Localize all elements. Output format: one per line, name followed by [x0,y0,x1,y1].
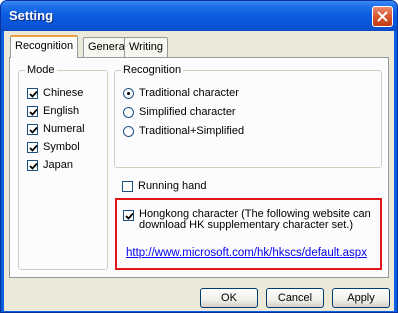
checkbox-label: Numeral [43,123,85,135]
mode-legend: Mode [25,64,57,76]
tab-label: Recognition [15,40,74,52]
checkbox-box[interactable] [27,160,38,171]
checkbox-box[interactable] [122,181,133,192]
checkbox-hongkong[interactable]: Hongkong character (The following websit… [123,209,371,231]
checkbox-label: English [43,105,80,117]
close-button[interactable] [372,6,393,27]
settings-window: Setting Recognition General Writing Mode [0,0,398,313]
dialog-body: Recognition General Writing Mode Chinese [4,31,394,311]
check-icon [29,126,38,134]
mode-group: Mode Chinese English Numeral Symbol Japa… [18,64,108,270]
check-icon [29,144,38,152]
checkbox-label: Symbol [43,141,80,153]
radio-simplified[interactable]: Simplified character [123,106,236,118]
tab-recognition[interactable]: Recognition [10,35,79,58]
window-title: Setting [9,8,54,23]
checkbox-box[interactable] [123,210,134,221]
recognition-group: Recognition Traditional character Simpli… [114,64,382,168]
hongkong-label: Hongkong character (The following websit… [139,209,371,231]
radio-button[interactable] [123,126,134,137]
radio-traditional[interactable]: Traditional character [123,87,239,99]
checkbox-box[interactable] [27,124,38,135]
checkbox-box[interactable] [27,142,38,153]
radio-label: Traditional+Simplified [139,125,245,137]
checkbox-box[interactable] [27,106,38,117]
checkbox-japan[interactable]: Japan [27,159,73,171]
tab-label: Writing [129,41,164,53]
close-icon [377,11,388,22]
checkbox-running-hand[interactable]: Running hand [122,180,207,192]
recognition-legend: Recognition [121,64,184,76]
apply-button[interactable]: Apply [332,288,390,308]
checkbox-english[interactable]: English [27,105,79,117]
checkbox-numeral[interactable]: Numeral [27,123,85,135]
checkbox-label: Running hand [138,180,207,192]
title-bar[interactable]: Setting [1,1,397,31]
check-icon [125,212,134,220]
radio-selected-dot [127,92,130,95]
check-icon [29,90,38,98]
recognition-tab-panel: Mode Chinese English Numeral Symbol Japa… [9,57,389,278]
ok-button[interactable]: OK [200,288,258,308]
radio-traditional-simplified[interactable]: Traditional+Simplified [123,125,244,137]
tab-label: General [88,41,128,53]
hkscs-download-link[interactable]: http://www.microsoft.com/hk/hkscs/defaul… [126,247,367,259]
checkbox-label: Chinese [43,87,84,99]
check-icon [29,108,38,116]
radio-button[interactable] [123,88,134,99]
check-icon [29,162,38,170]
tab-writing[interactable]: Writing [124,37,169,57]
radio-label: Simplified character [139,106,236,118]
hongkong-highlight-box: Hongkong character (The following websit… [115,198,382,270]
cancel-button[interactable]: Cancel [266,288,324,308]
checkbox-label: Japan [43,159,73,171]
radio-button[interactable] [123,107,134,118]
radio-label: Traditional character [139,87,239,99]
checkbox-chinese[interactable]: Chinese [27,87,83,99]
checkbox-symbol[interactable]: Symbol [27,141,80,153]
hongkong-label-line2: download HK supplementary character set.… [139,219,353,231]
checkbox-box[interactable] [27,88,38,99]
